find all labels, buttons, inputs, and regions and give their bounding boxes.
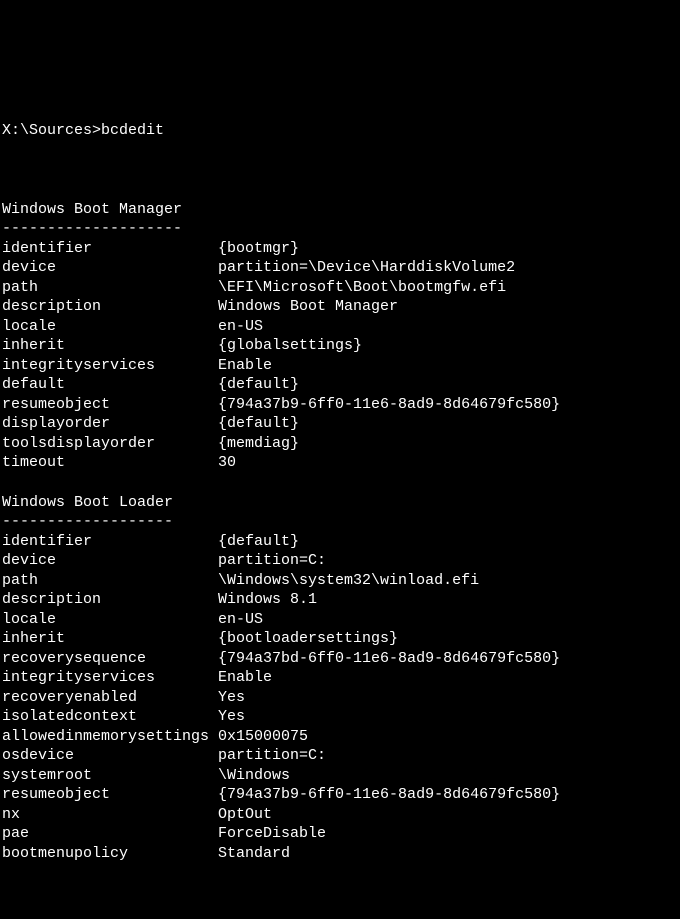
config-key: description xyxy=(2,297,218,317)
config-value: {bootmgr} xyxy=(218,240,299,257)
config-key: timeout xyxy=(2,453,218,473)
config-row: identifier{default} xyxy=(2,532,678,552)
config-key: bootmenupolicy xyxy=(2,844,218,864)
config-row: timeout30 xyxy=(2,453,678,473)
config-value: OptOut xyxy=(218,806,272,823)
config-row: bootmenupolicyStandard xyxy=(2,844,678,864)
config-row: recoverysequence{794a37bd-6ff0-11e6-8ad9… xyxy=(2,649,678,669)
config-row: displayorder{default} xyxy=(2,414,678,434)
config-value: {794a37bd-6ff0-11e6-8ad9-8d64679fc580} xyxy=(218,650,560,667)
config-key: toolsdisplayorder xyxy=(2,434,218,454)
config-key: device xyxy=(2,258,218,278)
config-key: pae xyxy=(2,824,218,844)
config-row: localeen-US xyxy=(2,317,678,337)
config-row: resumeobject{794a37b9-6ff0-11e6-8ad9-8d6… xyxy=(2,785,678,805)
config-row: descriptionWindows Boot Manager xyxy=(2,297,678,317)
config-row: paeForceDisable xyxy=(2,824,678,844)
config-key: isolatedcontext xyxy=(2,707,218,727)
config-key: default xyxy=(2,375,218,395)
config-key: identifier xyxy=(2,239,218,259)
config-row: inherit{bootloadersettings} xyxy=(2,629,678,649)
config-value: 0x15000075 xyxy=(218,728,308,745)
config-row: nxOptOut xyxy=(2,805,678,825)
config-key: integrityservices xyxy=(2,668,218,688)
config-value: Windows 8.1 xyxy=(218,591,317,608)
config-key: inherit xyxy=(2,629,218,649)
prompt-path: X:\Sources> xyxy=(2,122,101,139)
config-value: {bootloadersettings} xyxy=(218,630,398,647)
config-value: ForceDisable xyxy=(218,825,326,842)
config-row: systemroot\Windows xyxy=(2,766,678,786)
config-key: identifier xyxy=(2,532,218,552)
config-row: descriptionWindows 8.1 xyxy=(2,590,678,610)
config-row: path\Windows\system32\winload.efi xyxy=(2,571,678,591)
config-row: resumeobject{794a37b9-6ff0-11e6-8ad9-8d6… xyxy=(2,395,678,415)
config-key: recoveryenabled xyxy=(2,688,218,708)
config-row: integrityservicesEnable xyxy=(2,356,678,376)
config-value: {default} xyxy=(218,533,299,550)
config-value: partition=\Device\HarddiskVolume2 xyxy=(218,259,515,276)
config-row: devicepartition=\Device\HarddiskVolume2 xyxy=(2,258,678,278)
section-title: Windows Boot Loader xyxy=(2,493,678,513)
section-title: Windows Boot Manager xyxy=(2,200,678,220)
config-value: Enable xyxy=(218,357,272,374)
config-key: device xyxy=(2,551,218,571)
config-row: default{default} xyxy=(2,375,678,395)
command-prompt-line: X:\Sources>bcdedit xyxy=(2,121,678,141)
config-key: locale xyxy=(2,317,218,337)
config-value: {memdiag} xyxy=(218,435,299,452)
config-value: Windows Boot Manager xyxy=(218,298,398,315)
config-value: en-US xyxy=(218,611,263,628)
config-row: localeen-US xyxy=(2,610,678,630)
config-key: osdevice xyxy=(2,746,218,766)
config-key: allowedinmemorysettings xyxy=(2,727,218,747)
config-value: {default} xyxy=(218,415,299,432)
config-value: partition=C: xyxy=(218,747,326,764)
config-value: en-US xyxy=(218,318,263,335)
config-row: isolatedcontextYes xyxy=(2,707,678,727)
terminal-window[interactable]: X:\Sources>bcdedit Windows Boot Manager-… xyxy=(2,82,678,821)
config-key: recoverysequence xyxy=(2,649,218,669)
config-key: locale xyxy=(2,610,218,630)
config-key: path xyxy=(2,278,218,298)
section-gap xyxy=(2,473,678,493)
config-row: osdevicepartition=C: xyxy=(2,746,678,766)
config-value: {globalsettings} xyxy=(218,337,362,354)
config-value: Yes xyxy=(218,708,245,725)
config-row: devicepartition=C: xyxy=(2,551,678,571)
config-value: \EFI\Microsoft\Boot\bootmgfw.efi xyxy=(218,279,506,296)
config-value: \Windows xyxy=(218,767,290,784)
config-key: description xyxy=(2,590,218,610)
config-value: partition=C: xyxy=(218,552,326,569)
config-key: nx xyxy=(2,805,218,825)
command-text: bcdedit xyxy=(101,122,164,139)
config-value: \Windows\system32\winload.efi xyxy=(218,572,479,589)
config-value: 30 xyxy=(218,454,236,471)
config-key: resumeobject xyxy=(2,785,218,805)
config-value: {794a37b9-6ff0-11e6-8ad9-8d64679fc580} xyxy=(218,396,560,413)
config-key: inherit xyxy=(2,336,218,356)
config-value: {default} xyxy=(218,376,299,393)
config-key: displayorder xyxy=(2,414,218,434)
config-value: {794a37b9-6ff0-11e6-8ad9-8d64679fc580} xyxy=(218,786,560,803)
config-row: toolsdisplayorder{memdiag} xyxy=(2,434,678,454)
config-value: Standard xyxy=(218,845,290,862)
config-key: systemroot xyxy=(2,766,218,786)
config-value: Yes xyxy=(218,689,245,706)
section-divider: ------------------- xyxy=(2,512,678,532)
config-row: inherit{globalsettings} xyxy=(2,336,678,356)
config-key: resumeobject xyxy=(2,395,218,415)
config-value: Enable xyxy=(218,669,272,686)
config-row: integrityservicesEnable xyxy=(2,668,678,688)
section-divider: -------------------- xyxy=(2,219,678,239)
config-row: identifier{bootmgr} xyxy=(2,239,678,259)
config-key: integrityservices xyxy=(2,356,218,376)
config-row: recoveryenabledYes xyxy=(2,688,678,708)
config-key: path xyxy=(2,571,218,591)
config-row: path\EFI\Microsoft\Boot\bootmgfw.efi xyxy=(2,278,678,298)
config-row: allowedinmemorysettings0x15000075 xyxy=(2,727,678,747)
